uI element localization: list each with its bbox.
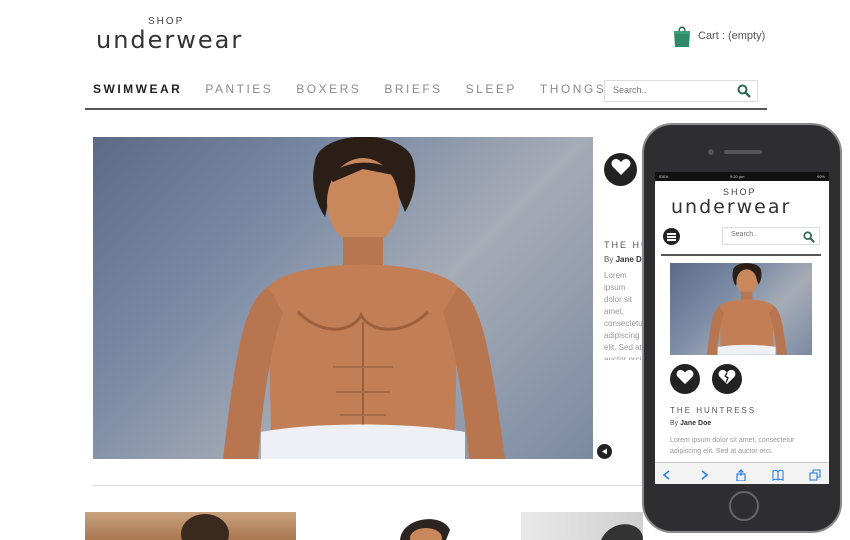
- mobile-search-box: [722, 227, 820, 245]
- article-excerpt: Lorem ipsum dolor sit amet, consectetur …: [604, 271, 644, 360]
- menu-icon[interactable]: [663, 228, 680, 245]
- back-icon[interactable]: [661, 468, 673, 480]
- mobile-article-excerpt: Lorem ipsum dolor sit amet, consectetur …: [670, 437, 795, 455]
- share-icon[interactable]: [735, 468, 747, 482]
- mobile-logo-main[interactable]: underwear: [671, 196, 791, 218]
- mobile-dislike-button[interactable]: [712, 364, 742, 394]
- nav-item-briefs[interactable]: BRIEFS: [384, 82, 442, 96]
- broken-heart-icon: [718, 369, 736, 390]
- phone-camera: [708, 149, 714, 155]
- status-battery: 90%: [816, 174, 825, 179]
- nav-divider: [85, 108, 767, 110]
- mobile-article-title: THE HUNTRESS: [670, 406, 757, 415]
- mobile-status-bar: IDEA 9:20 pm 90%: [655, 172, 829, 181]
- nav-item-thongs[interactable]: THONGS: [540, 82, 606, 96]
- nav-item-boxers[interactable]: BOXERS: [296, 82, 361, 96]
- phone-home-button[interactable]: [729, 491, 759, 521]
- search-icon[interactable]: [737, 84, 751, 98]
- mobile-hero-image[interactable]: [670, 263, 812, 355]
- nav-item-swimwear[interactable]: SWIMWEAR: [93, 82, 182, 96]
- logo-main-text: underwear: [96, 26, 244, 54]
- cart-link[interactable]: Cart : (empty): [670, 24, 765, 48]
- mobile-favorite-button[interactable]: [670, 364, 700, 394]
- mobile-nav-divider: [661, 254, 821, 256]
- mobile-screen: IDEA 9:20 pm 90% SHOP underwear Search..…: [655, 172, 829, 484]
- hero-image[interactable]: [93, 137, 593, 459]
- safari-toolbar: [655, 462, 829, 484]
- heart-icon: [676, 369, 694, 390]
- phone-speaker: [724, 150, 762, 154]
- forward-icon[interactable]: [698, 468, 710, 480]
- product-thumbnail-3[interactable]: [521, 512, 643, 540]
- site-logo[interactable]: SHOP underwear: [96, 16, 246, 56]
- section-divider: [93, 485, 713, 486]
- search-icon[interactable]: [803, 230, 815, 243]
- search-box: [604, 80, 758, 102]
- mobile-byline-prefix: By: [670, 420, 681, 427]
- bookmarks-icon[interactable]: [772, 468, 784, 481]
- product-thumbnail-1[interactable]: [85, 512, 296, 540]
- mobile-article-byline: By Jane Doe: [670, 420, 711, 427]
- search-input[interactable]: [613, 85, 733, 95]
- nav-item-sleep[interactable]: SLEEP: [466, 82, 517, 96]
- favorite-button[interactable]: [604, 153, 637, 186]
- byline-prefix: By: [604, 255, 616, 264]
- arrow-left-icon: [602, 448, 607, 455]
- tabs-icon[interactable]: [809, 468, 821, 481]
- status-carrier: IDEA: [659, 174, 669, 179]
- product-thumbnail-2[interactable]: [390, 512, 470, 540]
- mobile-byline-author[interactable]: Jane Doe: [680, 420, 711, 427]
- slider-prev-button[interactable]: [597, 444, 612, 459]
- heart-icon: [611, 158, 631, 181]
- status-time: 9:20 pm: [730, 174, 745, 179]
- shopping-bag-icon: [670, 24, 694, 48]
- mobile-search-input[interactable]: [731, 231, 801, 238]
- main-nav: SWIMWEAR PANTIES BOXERS BRIEFS SLEEP THO…: [93, 82, 629, 96]
- nav-item-panties[interactable]: PANTIES: [205, 82, 273, 96]
- cart-label: Cart : (empty): [698, 30, 766, 42]
